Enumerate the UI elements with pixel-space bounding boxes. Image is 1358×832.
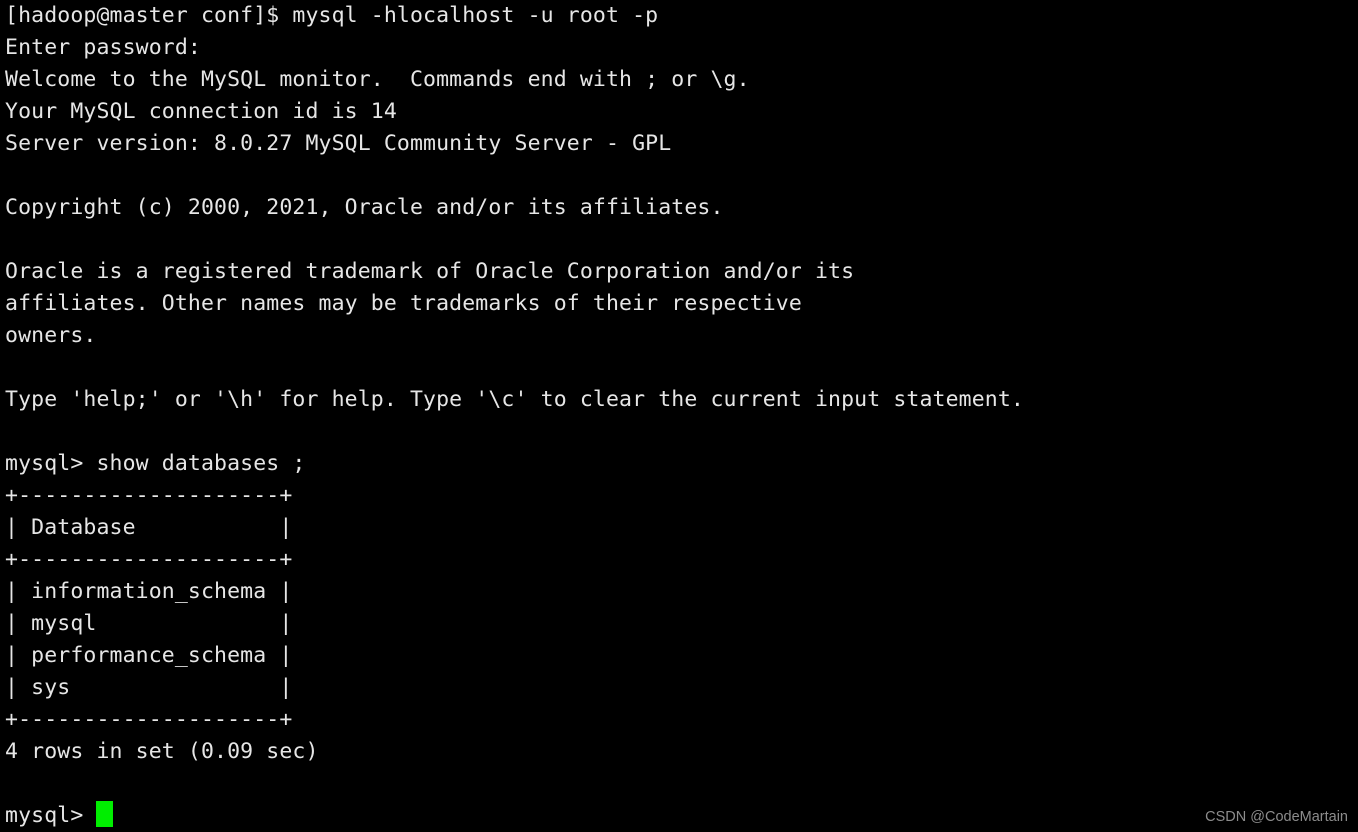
- terminal-line-copyright: Copyright (c) 2000, 2021, Oracle and/or …: [5, 195, 724, 220]
- terminal-line-sql-command: mysql> show databases ;: [5, 451, 306, 476]
- text-cursor: [96, 801, 114, 827]
- terminal-line-trademark-2: affiliates. Other names may be trademark…: [5, 291, 802, 316]
- terminal-line-blank-5: [5, 768, 1358, 800]
- terminal-line-connection-id: Your MySQL connection id is 14: [5, 99, 397, 124]
- watermark-label: CSDN @CodeMartain: [1205, 809, 1348, 825]
- result-status-line: 4 rows in set (0.09 sec): [5, 739, 319, 764]
- mysql-prompt-label: mysql>: [5, 803, 97, 828]
- mysql-prompt-line[interactable]: mysql>: [5, 800, 1358, 832]
- terminal-line-shell-command: [hadoop@master conf]$ mysql -hlocalhost …: [5, 3, 659, 28]
- terminal-line-trademark-3: owners.: [5, 323, 97, 348]
- terminal-line-blank-2: [5, 224, 1358, 256]
- table-header-row: | Database |: [5, 515, 293, 540]
- terminal-line-blank-1: [5, 160, 1358, 192]
- terminal-line-help-hint: Type 'help;' or '\h' for help. Type '\c'…: [5, 387, 1024, 412]
- table-row: | performance_schema |: [5, 643, 293, 668]
- table-row: | mysql |: [5, 611, 293, 636]
- table-row: | sys |: [5, 675, 293, 700]
- terminal-line-blank-4: [5, 416, 1358, 448]
- table-row: | information_schema |: [5, 579, 293, 604]
- terminal-line-blank-3: [5, 352, 1358, 384]
- terminal-line-welcome: Welcome to the MySQL monitor. Commands e…: [5, 67, 750, 92]
- terminal-line-server-version: Server version: 8.0.27 MySQL Community S…: [5, 131, 672, 156]
- terminal-line-password-prompt: Enter password:: [5, 35, 201, 60]
- terminal-line-trademark-1: Oracle is a registered trademark of Orac…: [5, 259, 855, 284]
- terminal-window[interactable]: [hadoop@master conf]$ mysql -hlocalhost …: [0, 0, 1358, 832]
- table-border-bottom: +--------------------+: [5, 707, 293, 732]
- table-border-top: +--------------------+: [5, 483, 293, 508]
- table-border-middle: +--------------------+: [5, 547, 293, 572]
